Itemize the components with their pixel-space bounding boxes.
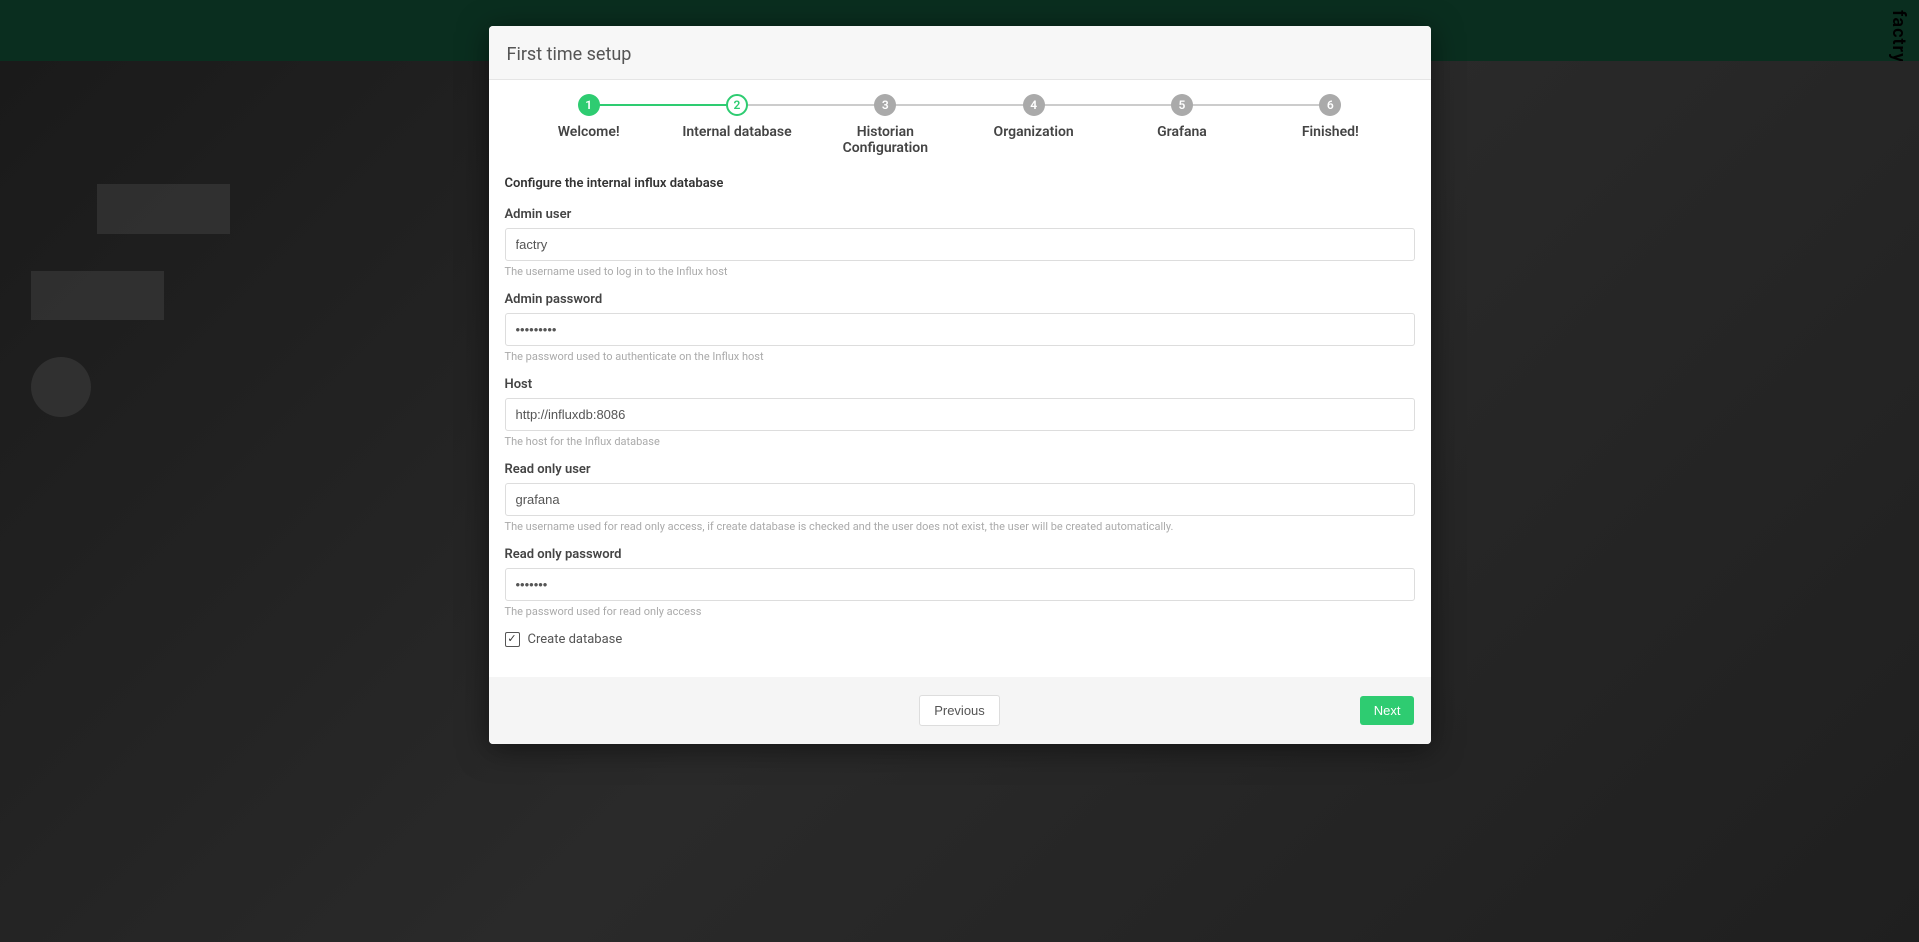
step-circle: 3 xyxy=(874,94,896,116)
readonly-password-label: Read only password xyxy=(505,547,1415,562)
brand-logo: factry xyxy=(1888,10,1909,63)
form-group-admin-user: Admin user The username used to log in t… xyxy=(505,207,1415,278)
modal-footer: Previous Next xyxy=(489,677,1431,744)
form-group-admin-password: Admin password The password used to auth… xyxy=(505,292,1415,363)
previous-button[interactable]: Previous xyxy=(919,695,1000,726)
admin-password-input[interactable] xyxy=(505,313,1415,346)
create-database-label: Create database xyxy=(528,632,623,647)
create-database-row: Create database xyxy=(505,632,1415,647)
bg-placeholder xyxy=(31,357,91,417)
step-label: Internal database xyxy=(682,124,791,140)
step-connector xyxy=(1182,104,1330,106)
step-label: Organization xyxy=(994,124,1074,140)
step-label: Historian Configuration xyxy=(820,124,950,156)
step-connector xyxy=(737,104,885,106)
step-grafana: 5 Grafana xyxy=(1108,94,1256,140)
step-circle: 6 xyxy=(1319,94,1341,116)
modal-header: First time setup xyxy=(489,26,1431,80)
readonly-user-input[interactable] xyxy=(505,483,1415,516)
step-internal-database: 2 Internal database xyxy=(663,94,811,140)
step-organization: 4 Organization xyxy=(959,94,1107,140)
section-title: Configure the internal influx database xyxy=(505,176,1415,191)
form-group-readonly-password: Read only password The password used for… xyxy=(505,547,1415,618)
readonly-user-help: The username used for read only access, … xyxy=(505,520,1415,533)
host-label: Host xyxy=(505,377,1415,392)
bg-placeholder xyxy=(31,271,164,320)
stepper: 1 Welcome! 2 Internal database 3 Histori… xyxy=(505,94,1415,156)
step-connector xyxy=(885,104,1033,106)
readonly-password-help: The password used for read only access xyxy=(505,605,1415,618)
step-connector xyxy=(589,104,737,106)
step-circle: 5 xyxy=(1171,94,1193,116)
step-circle: 1 xyxy=(578,94,600,116)
form-group-host: Host The host for the Influx database xyxy=(505,377,1415,448)
step-label: Grafana xyxy=(1157,124,1207,140)
create-database-checkbox[interactable] xyxy=(505,632,520,647)
admin-password-label: Admin password xyxy=(505,292,1415,307)
admin-user-input[interactable] xyxy=(505,228,1415,261)
footer-spacer-right: Next xyxy=(1224,696,1414,725)
step-circle: 2 xyxy=(726,94,748,116)
step-welcome: 1 Welcome! xyxy=(515,94,663,140)
step-label: Welcome! xyxy=(558,124,620,140)
step-label: Finished! xyxy=(1302,124,1359,140)
admin-password-help: The password used to authenticate on the… xyxy=(505,350,1415,363)
host-input[interactable] xyxy=(505,398,1415,431)
step-finished: 6 Finished! xyxy=(1256,94,1404,140)
admin-user-help: The username used to log in to the Influ… xyxy=(505,265,1415,278)
readonly-password-input[interactable] xyxy=(505,568,1415,601)
modal-body: 1 Welcome! 2 Internal database 3 Histori… xyxy=(489,80,1431,677)
readonly-user-label: Read only user xyxy=(505,462,1415,477)
next-button[interactable]: Next xyxy=(1360,696,1415,725)
form-group-readonly-user: Read only user The username used for rea… xyxy=(505,462,1415,533)
bg-placeholder xyxy=(97,184,230,234)
step-connector xyxy=(1034,104,1182,106)
step-circle: 4 xyxy=(1023,94,1045,116)
host-help: The host for the Influx database xyxy=(505,435,1415,448)
modal-title: First time setup xyxy=(507,44,1413,65)
admin-user-label: Admin user xyxy=(505,207,1415,222)
setup-modal: First time setup 1 Welcome! 2 Internal d… xyxy=(489,26,1431,744)
